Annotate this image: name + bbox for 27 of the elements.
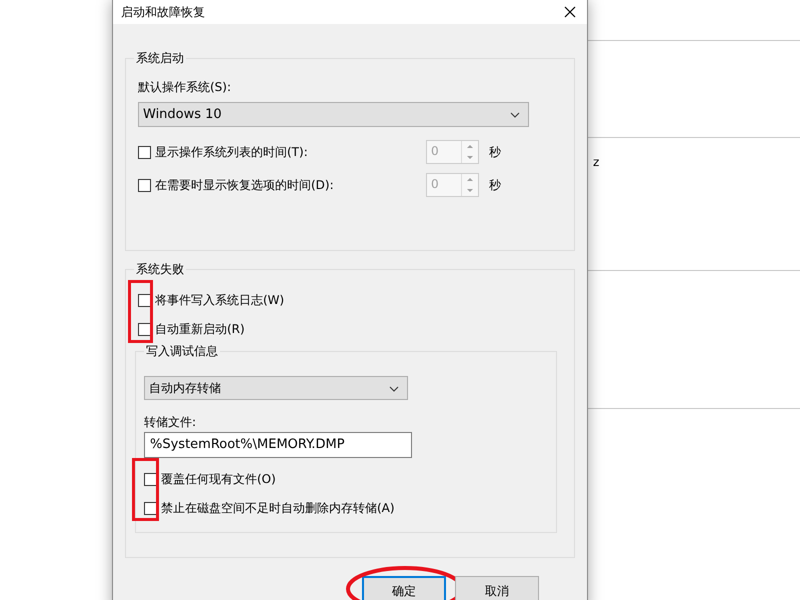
dialog-button[interactable]: 取消 [455,576,539,600]
dump-type-dropdown[interactable]: 自动内存转储 [144,376,408,400]
checkbox-label: 显示操作系统列表的时间(T): [155,144,308,160]
checkbox-label: 在需要时显示恢复选项的时间(D): [155,176,334,194]
os-dropdown[interactable]: Windows 10 [138,102,529,127]
unit-label: 秒 [489,176,501,194]
checkbox[interactable] [144,472,157,486]
unit-label: 秒 [489,144,501,160]
dump-file-field[interactable]: %SystemRoot%\MEMORY.DMP [144,432,412,458]
checkbox-label: 自动重新启动(R) [155,320,245,338]
dialog-button[interactable]: 确定 [362,576,446,600]
window-title: 启动和故障恢复 [121,4,205,20]
field-label: 转储文件: [144,414,198,431]
chevron-down-icon [510,112,520,118]
chevron-down-icon [389,386,399,392]
group-title: 系统失败 [134,262,186,277]
group-title: 写入调试信息 [144,344,220,359]
field-label: 默认操作系统(S): [138,79,232,96]
text-fragment: z [592,154,600,169]
checkbox[interactable] [144,502,157,514]
checkbox-label: 将事件写入系统日志(W) [155,292,284,308]
checkbox[interactable] [138,322,151,336]
checkbox-label: 禁止在磁盘空间不足时自动删除内存转储(A) [161,500,395,516]
close-icon [564,6,576,18]
checkbox-label: 覆盖任何现有文件(O) [161,470,276,488]
group-title: 系统启动 [134,51,186,66]
checkbox[interactable] [138,294,151,306]
